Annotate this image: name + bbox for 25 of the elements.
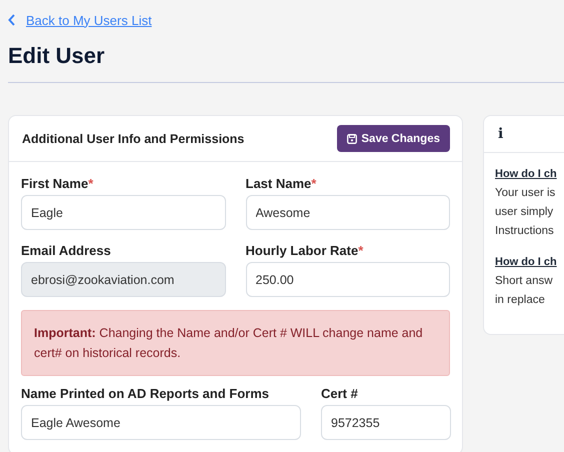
help-question: How do I ch (495, 255, 558, 270)
field-label: Hourly Labor Rate* (246, 243, 364, 258)
text-input[interactable]: Awesome (246, 195, 450, 230)
text-input[interactable]: Eagle (21, 195, 226, 230)
field-label: Last Name* (246, 176, 318, 191)
page-title: Edit User (8, 42, 106, 70)
text-input[interactable]: 250.00 (246, 262, 450, 297)
save-changes-button[interactable]: Save Changes (337, 125, 450, 152)
save-icon (347, 134, 358, 144)
info-icon: i (498, 126, 504, 142)
help-answer: Your user is (495, 186, 556, 201)
help-question: How do I ch (495, 167, 558, 182)
help-answer: user simply (495, 205, 554, 220)
chevron-left-icon (8, 14, 16, 26)
field-label: Name Printed on AD Reports and Forms (21, 386, 270, 401)
card-title: Additional User Info and Permissions (22, 132, 244, 146)
field-label: Cert # (321, 386, 359, 401)
field-label: First Name* (21, 176, 94, 191)
warning-alert: Important: Changing the Name and/or Cert # WILL change name and cert# on historical records. (21, 310, 450, 376)
text-input[interactable]: Eagle Awesome (21, 405, 301, 440)
help-answer: in replace (495, 293, 546, 308)
field-label: Email Address (21, 243, 112, 258)
help-answer: Short answ (495, 274, 554, 289)
help-answer: Instructions (495, 224, 555, 239)
text-input[interactable]: 9572355 (321, 405, 451, 440)
